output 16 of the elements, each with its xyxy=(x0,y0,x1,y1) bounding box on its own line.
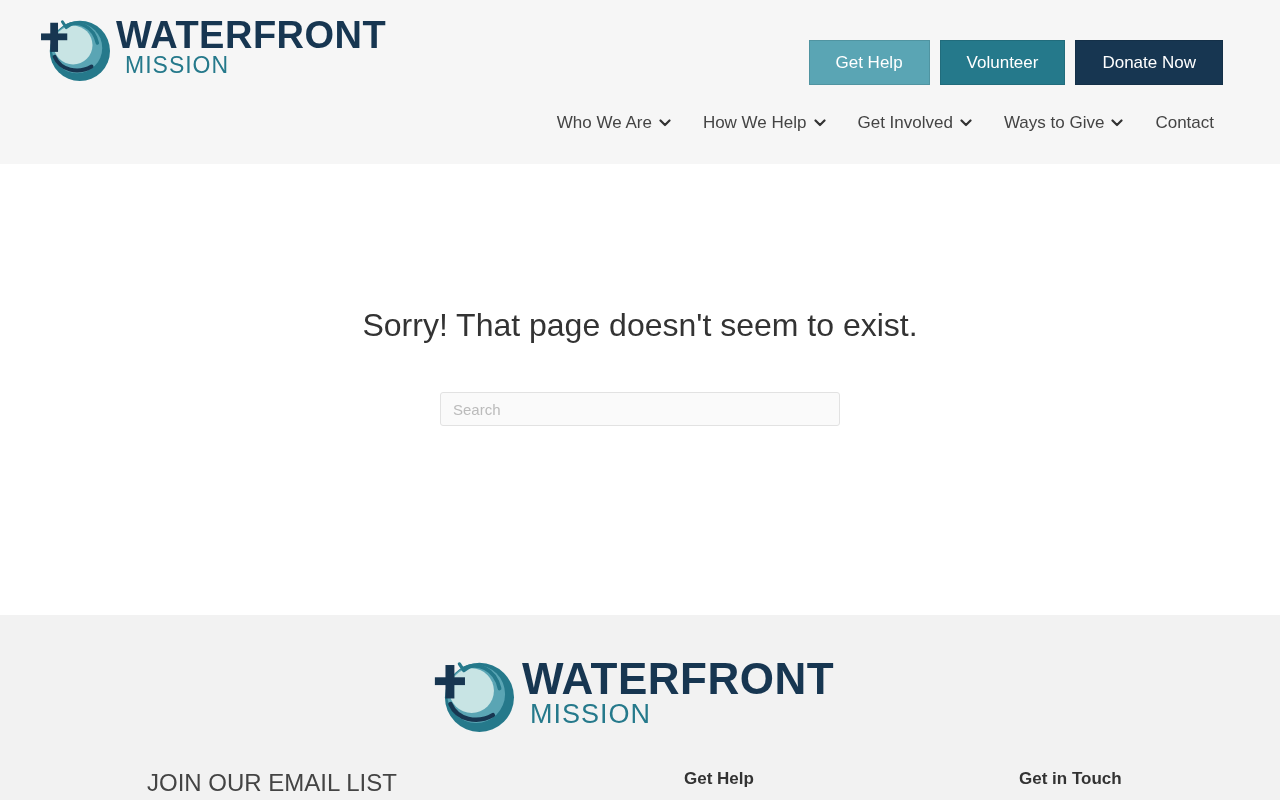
nav-link[interactable]: Get Involved xyxy=(857,110,953,136)
logo-tagline: MISSION xyxy=(125,52,231,78)
footer-heading: Get Help xyxy=(684,768,755,790)
logo-wordmark[interactable]: WATERFRONT xyxy=(521,659,835,699)
nav-link[interactable]: How We Help xyxy=(702,110,807,136)
nav-link[interactable]: Contact xyxy=(1155,110,1214,136)
search-field[interactable]: Search xyxy=(440,392,840,426)
page-heading: Sorry! That page doesn't seem to exist. xyxy=(362,306,918,344)
footer-heading: Get in Touch xyxy=(1019,768,1123,790)
nav-link[interactable]: Who We Are xyxy=(556,110,652,136)
logo-wordmark[interactable]: WATERFRONT xyxy=(116,18,387,52)
header-button[interactable]: Volunteer xyxy=(939,40,1066,85)
logo-tagline: MISSION xyxy=(529,699,652,729)
footer-heading: JOIN OUR EMAIL LIST xyxy=(147,769,398,797)
header-button[interactable]: Donate Now xyxy=(1075,40,1223,85)
nav-link[interactable]: Ways to Give xyxy=(1003,110,1105,136)
